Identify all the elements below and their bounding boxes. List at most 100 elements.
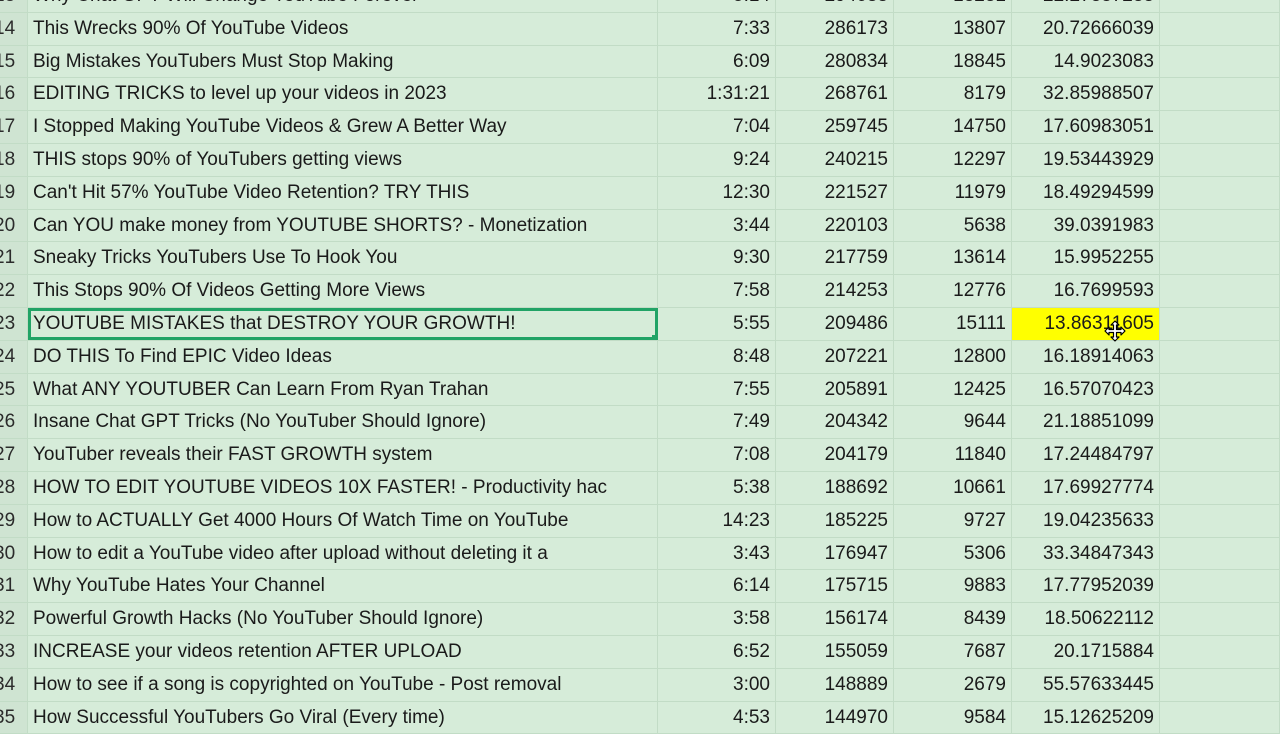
cell-likes[interactable]: 9644 (894, 406, 1012, 439)
cell-empty[interactable] (1160, 603, 1280, 635)
cell-views[interactable]: 286173 (776, 12, 894, 45)
cell-empty[interactable] (1160, 340, 1280, 373)
cell-empty[interactable] (1160, 143, 1280, 176)
cell-ratio[interactable]: 16.7699593 (1012, 275, 1160, 307)
cell-title[interactable]: Can YOU make money from YOUTUBE SHORTS? … (28, 209, 658, 242)
cell-title[interactable]: How to ACTUALLY Get 4000 Hours Of Watch … (28, 504, 658, 537)
cell-duration[interactable]: 14:23 (658, 504, 776, 537)
cell-duration[interactable]: 9:30 (658, 242, 776, 275)
cell-duration[interactable]: 7:58 (658, 275, 776, 307)
cell-empty[interactable] (1160, 668, 1280, 701)
cell-likes[interactable]: 11979 (894, 176, 1012, 209)
cell-duration[interactable]: 6:52 (658, 635, 776, 668)
cell-duration[interactable]: 5:55 (658, 307, 776, 340)
cell-empty[interactable] (1160, 439, 1280, 471)
cell-duration[interactable]: 3:00 (658, 668, 776, 701)
cell-views[interactable]: 144970 (776, 701, 894, 734)
cell-title[interactable]: Why YouTube Hates Your Channel (28, 570, 658, 603)
cell-likes[interactable]: 12297 (894, 143, 1012, 176)
cell-likes[interactable]: 9727 (894, 504, 1012, 537)
cell-views[interactable]: 204179 (776, 439, 894, 471)
cell-likes[interactable]: 11840 (894, 439, 1012, 471)
cell-ratio[interactable]: 55.57633445 (1012, 668, 1160, 701)
cell-duration[interactable]: 7:33 (658, 12, 776, 45)
cell-title[interactable]: Can't Hit 57% YouTube Video Retention? T… (28, 176, 658, 209)
cell-duration[interactable]: 12:30 (658, 176, 776, 209)
cell-ratio[interactable]: 16.18914063 (1012, 340, 1160, 373)
cell-ratio[interactable]: 17.24484797 (1012, 439, 1160, 471)
cell-ratio[interactable]: 15.12625209 (1012, 701, 1160, 734)
cell-views[interactable]: 221527 (776, 176, 894, 209)
cell-duration[interactable]: 1:31:21 (658, 78, 776, 111)
cell-views[interactable]: 155059 (776, 635, 894, 668)
cell-title[interactable]: EDITING TRICKS to level up your videos i… (28, 78, 658, 111)
cell-duration[interactable]: 3:58 (658, 603, 776, 635)
cell-empty[interactable] (1160, 0, 1280, 12)
cell-views[interactable]: 240215 (776, 143, 894, 176)
cell-title[interactable]: HOW TO EDIT YOUTUBE VIDEOS 10X FASTER! -… (28, 471, 658, 504)
cell-empty[interactable] (1160, 307, 1280, 340)
cell-empty[interactable] (1160, 209, 1280, 242)
cell-views[interactable]: 294688 (776, 0, 894, 12)
cell-duration[interactable]: 7:55 (658, 373, 776, 406)
cell-title[interactable]: Sneaky Tricks YouTubers Use To Hook You (28, 242, 658, 275)
cell-duration[interactable]: 7:04 (658, 111, 776, 143)
cell-empty[interactable] (1160, 635, 1280, 668)
cell-ratio[interactable]: 17.60983051 (1012, 111, 1160, 143)
cell-likes[interactable]: 2679 (894, 668, 1012, 701)
cell-duration[interactable]: 6:14 (658, 570, 776, 603)
cell-title[interactable]: What ANY YOUTUBER Can Learn From Ryan Tr… (28, 373, 658, 406)
cell-title[interactable]: INCREASE your videos retention AFTER UPL… (28, 635, 658, 668)
cell-duration[interactable]: 7:08 (658, 439, 776, 471)
cell-empty[interactable] (1160, 275, 1280, 307)
cell-ratio[interactable]: 16.57070423 (1012, 373, 1160, 406)
cell-ratio[interactable]: 19.04235633 (1012, 504, 1160, 537)
cell-title[interactable]: Big Mistakes YouTubers Must Stop Making (28, 45, 658, 78)
cell-title[interactable]: I Stopped Making YouTube Videos & Grew A… (28, 111, 658, 143)
cell-views[interactable]: 204342 (776, 406, 894, 439)
cell-duration[interactable]: 9:24 (658, 143, 776, 176)
cell-likes[interactable]: 12425 (894, 373, 1012, 406)
cell-likes[interactable]: 10661 (894, 471, 1012, 504)
cell-views[interactable]: 220103 (776, 209, 894, 242)
cell-views[interactable]: 176947 (776, 537, 894, 570)
cell-likes[interactable]: 13231 (894, 0, 1012, 12)
cell-title[interactable]: How Successful YouTubers Go Viral (Every… (28, 701, 658, 734)
cell-views[interactable]: 185225 (776, 504, 894, 537)
cell-empty[interactable] (1160, 176, 1280, 209)
cell-ratio[interactable]: 20.1715884 (1012, 635, 1160, 668)
cell-likes[interactable]: 18845 (894, 45, 1012, 78)
cell-ratio[interactable]: 17.69927774 (1012, 471, 1160, 504)
cell-likes[interactable]: 9883 (894, 570, 1012, 603)
cell-title[interactable]: DO THIS To Find EPIC Video Ideas (28, 340, 658, 373)
cell-views[interactable]: 268761 (776, 78, 894, 111)
cell-views[interactable]: 217759 (776, 242, 894, 275)
cell-duration[interactable]: 5:38 (658, 471, 776, 504)
cell-duration[interactable]: 7:49 (658, 406, 776, 439)
cell-title[interactable]: THIS stops 90% of YouTubers getting view… (28, 143, 658, 176)
cell-ratio[interactable]: 18.50622112 (1012, 603, 1160, 635)
cell-likes[interactable]: 9584 (894, 701, 1012, 734)
cell-empty[interactable] (1160, 242, 1280, 275)
cell-views[interactable]: 209486 (776, 307, 894, 340)
cell-duration[interactable]: 5:14 (658, 0, 776, 12)
cell-empty[interactable] (1160, 570, 1280, 603)
cell-empty[interactable] (1160, 45, 1280, 78)
cell-title[interactable]: Why Chat GPT Will Change YouTube Forever (28, 0, 658, 12)
cell-likes[interactable]: 13614 (894, 242, 1012, 275)
cell-duration[interactable]: 3:44 (658, 209, 776, 242)
cell-empty[interactable] (1160, 537, 1280, 570)
cell-views[interactable]: 148889 (776, 668, 894, 701)
cell-likes[interactable]: 5306 (894, 537, 1012, 570)
cell-empty[interactable] (1160, 78, 1280, 111)
cell-duration[interactable]: 4:53 (658, 701, 776, 734)
cell-title[interactable]: This Stops 90% Of Videos Getting More Vi… (28, 275, 658, 307)
cell-title[interactable]: Insane Chat GPT Tricks (No YouTuber Shou… (28, 406, 658, 439)
cell-empty[interactable] (1160, 406, 1280, 439)
cell-ratio[interactable]: 13.86311605 (1012, 307, 1160, 340)
cell-empty[interactable] (1160, 701, 1280, 734)
cell-title[interactable]: This Wrecks 90% Of YouTube Videos (28, 12, 658, 45)
cell-views[interactable]: 175715 (776, 570, 894, 603)
cell-ratio[interactable]: 22.27337233 (1012, 0, 1160, 12)
cell-empty[interactable] (1160, 471, 1280, 504)
